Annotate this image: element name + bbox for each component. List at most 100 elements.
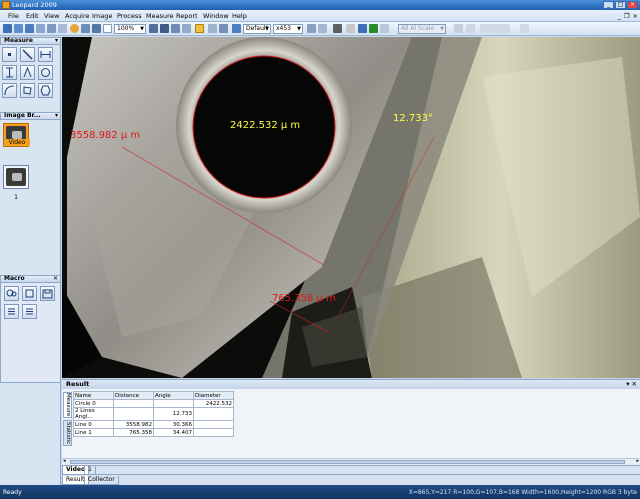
menu-process[interactable]: Process	[117, 12, 142, 20]
minimize-button[interactable]: _	[603, 1, 614, 9]
circle-tool[interactable]	[38, 65, 53, 80]
brush-icon[interactable]	[466, 24, 475, 33]
col-distance[interactable]: Distance	[113, 391, 154, 400]
result-horizontal-scrollbar[interactable]: ◂ ▸	[62, 458, 640, 465]
text-tool-icon[interactable]	[346, 24, 355, 33]
copy-icon[interactable]	[36, 24, 45, 33]
menu-window[interactable]: Window	[203, 12, 229, 20]
col-diameter[interactable]: Diameter	[193, 391, 234, 400]
scrollbar-thumb[interactable]	[70, 460, 625, 464]
thumbnail-video[interactable]: Video	[3, 123, 30, 147]
line-tool[interactable]	[20, 47, 35, 62]
polygon-tool[interactable]	[20, 83, 35, 98]
fit-icon[interactable]	[160, 24, 169, 33]
table-row[interactable]: Line 1 765.358 34.407	[73, 428, 234, 437]
image-thumbnail	[6, 168, 26, 186]
table-icon[interactable]	[307, 24, 316, 33]
angle-label[interactable]: 12.733°	[393, 113, 433, 124]
measure-panel-header: Measure ▾	[0, 37, 61, 45]
rotate-icon[interactable]	[219, 24, 228, 33]
cell-distance	[113, 407, 154, 421]
vertical-distance-tool[interactable]	[2, 65, 17, 80]
window-icon[interactable]	[92, 24, 101, 33]
color-green-icon[interactable]	[369, 24, 378, 33]
col-angle[interactable]: Angle	[153, 391, 194, 400]
actual-size-icon[interactable]	[171, 24, 180, 33]
cell-distance: 3558.982	[113, 420, 154, 429]
cell-diameter	[193, 407, 234, 421]
result-panel: Result ▾ ✕ Measure Statistic Name Distanc…	[62, 379, 640, 465]
angle-tool[interactable]	[20, 65, 35, 80]
diameter-label[interactable]: 2422.532 µ m	[230, 120, 300, 131]
macro-save-tool[interactable]	[40, 286, 55, 301]
tab-measure-results[interactable]: Measure	[63, 392, 72, 418]
macro-run-tool[interactable]	[22, 304, 37, 319]
tab-collector[interactable]: Collector	[84, 476, 119, 485]
open-icon[interactable]	[3, 24, 12, 33]
save-icon[interactable]	[14, 24, 23, 33]
menu-file[interactable]: File	[8, 12, 19, 20]
macro-edit-tool[interactable]	[22, 286, 37, 301]
doc-restore-button[interactable]: ❐	[624, 12, 630, 20]
undo-icon[interactable]	[58, 24, 67, 33]
result-panel-title: Result	[66, 380, 90, 388]
hexagon-tool[interactable]	[38, 83, 53, 98]
document-tabs: Video 1	[62, 465, 640, 475]
menu-edit[interactable]: Edit	[26, 12, 39, 20]
print-icon[interactable]	[47, 24, 56, 33]
doc-minimize-button[interactable]: _	[617, 12, 620, 20]
crosshair-icon[interactable]	[195, 24, 204, 33]
distance-line0-label[interactable]: 3558.982 µ m	[70, 130, 140, 141]
line-style-icon[interactable]	[480, 24, 510, 33]
objective-select[interactable]: x453 ▼	[273, 24, 303, 34]
eraser-icon[interactable]	[380, 24, 389, 33]
table-row[interactable]: Circle 0 2422.532	[73, 399, 234, 408]
scroll-left-icon[interactable]: ◂	[63, 458, 66, 464]
pointer-tool[interactable]	[2, 47, 17, 62]
tab-statistic[interactable]: Statistic	[63, 420, 72, 446]
zoom-in-icon[interactable]	[103, 24, 112, 33]
scroll-right-icon[interactable]: ▸	[636, 458, 639, 464]
arc-tool[interactable]	[2, 83, 17, 98]
snapshot-icon[interactable]	[70, 24, 79, 33]
calibrate-icon[interactable]	[232, 24, 241, 33]
pen-icon[interactable]	[454, 24, 463, 33]
macro-record-tool[interactable]	[4, 286, 19, 301]
menu-measure[interactable]: Measure	[146, 12, 174, 20]
left-panel: Measure ▾ Image Br... ▾ Video 1 Macro ✕	[0, 37, 61, 485]
menu-help[interactable]: Help	[232, 12, 247, 20]
doc-close-button[interactable]: ×	[633, 12, 638, 20]
chart-icon[interactable]	[318, 24, 327, 33]
close-button[interactable]: ×	[627, 1, 638, 9]
zoom-out-icon[interactable]	[149, 24, 158, 33]
menu-image[interactable]: Image	[92, 12, 112, 20]
grid-icon[interactable]	[25, 24, 34, 33]
menu-bar: File Edit View Acquire Image Process Mea…	[0, 10, 640, 22]
camera-icon[interactable]	[333, 24, 342, 33]
redo-icon[interactable]	[208, 24, 217, 33]
menu-acquire[interactable]: Acquire	[65, 12, 90, 20]
image-viewer[interactable]: 2422.532 µ m 12.733° 3558.982 µ m 765.35…	[62, 37, 640, 378]
thumbnail-video-label: Video	[4, 139, 30, 146]
table-row[interactable]: 2 Lines Angl... 12.733	[73, 407, 234, 421]
result-panel-header: Result ▾ ✕	[62, 380, 640, 389]
scroll-icon[interactable]	[182, 24, 191, 33]
macro-list-tool[interactable]	[4, 304, 19, 319]
maximize-button[interactable]: □	[615, 1, 626, 9]
table-row[interactable]: Line 0 3558.982 30.366	[73, 420, 234, 429]
cell-angle: 12.733	[153, 407, 194, 421]
cell-name: 2 Lines Angl...	[73, 407, 114, 421]
line-tool-icon[interactable]	[358, 24, 367, 33]
microscope-image	[62, 37, 640, 378]
zoom-select[interactable]: 100% ▼	[114, 24, 146, 34]
distance-line1-label[interactable]: 765.358 µ m	[272, 293, 336, 304]
color-icon[interactable]	[520, 24, 529, 33]
horizontal-distance-tool[interactable]	[38, 47, 53, 62]
profile-select[interactable]: Default ▼	[243, 24, 271, 34]
monitor-icon[interactable]	[81, 24, 90, 33]
col-name[interactable]: Name	[73, 391, 114, 400]
menu-report[interactable]: Report	[176, 12, 198, 20]
thumbnail-1[interactable]	[3, 165, 29, 189]
status-text: Ready	[3, 489, 22, 496]
menu-view[interactable]: View	[44, 12, 59, 20]
